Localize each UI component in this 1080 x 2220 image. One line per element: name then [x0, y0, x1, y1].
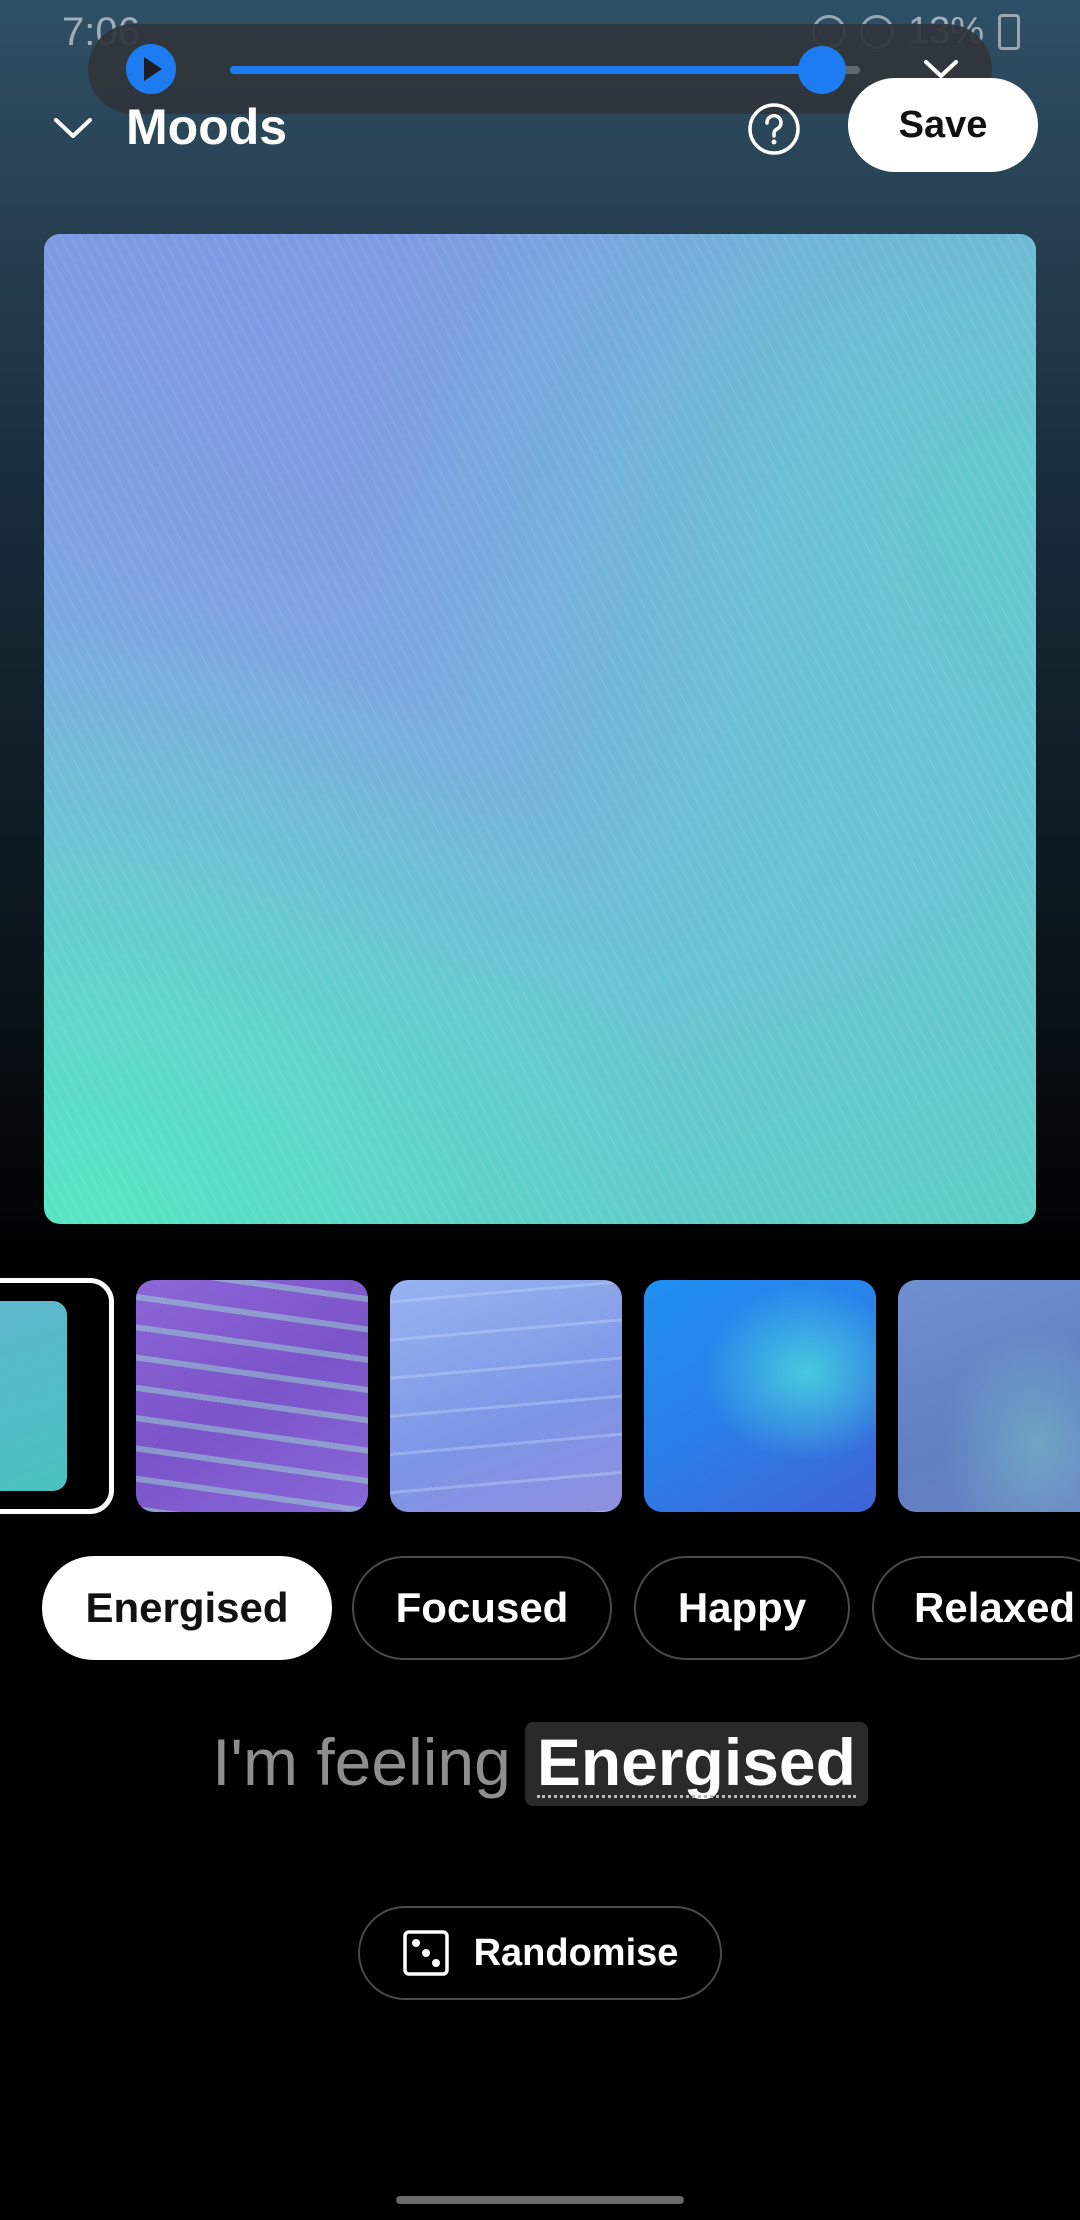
mood-chip-happy[interactable]: Happy [634, 1556, 850, 1660]
seek-bar-fill [230, 66, 823, 74]
wallpaper-preview [44, 234, 1036, 1224]
feeling-prefix: I'm feeling [212, 1725, 511, 1799]
help-icon[interactable] [747, 102, 801, 156]
home-indicator[interactable] [396, 2196, 684, 2204]
mood-chip-energised[interactable]: Energised [42, 1556, 332, 1660]
page-title: Moods [126, 99, 288, 155]
randomise-button[interactable]: Randomise [358, 1906, 722, 2000]
dice-icon [402, 1930, 449, 1976]
battery-icon [998, 13, 1020, 50]
play-button[interactable] [126, 44, 176, 94]
thumbnail[interactable] [136, 1280, 368, 1512]
mood-chip-focused[interactable]: Focused [352, 1556, 612, 1660]
seek-bar[interactable] [230, 66, 860, 74]
thumbnail-selected[interactable] [0, 1278, 114, 1514]
randomise-label: Randomise [473, 1931, 679, 1974]
feeling-line: I'm feeling Energised [0, 1722, 1080, 1806]
save-button[interactable]: Save [848, 78, 1038, 172]
thumbnail[interactable] [390, 1280, 622, 1512]
thumbnail[interactable] [644, 1280, 876, 1512]
feeling-mood-selector[interactable]: Energised [524, 1722, 868, 1806]
screen: 7:06 13% Moods Save Energi [0, 0, 1080, 2220]
mood-chip-relaxed[interactable]: Relaxed [872, 1556, 1080, 1660]
collapse-chevron-icon[interactable] [50, 108, 96, 148]
seek-thumb[interactable] [798, 46, 847, 94]
thumbnail-image [0, 1301, 67, 1491]
thumbnail[interactable] [898, 1280, 1080, 1512]
